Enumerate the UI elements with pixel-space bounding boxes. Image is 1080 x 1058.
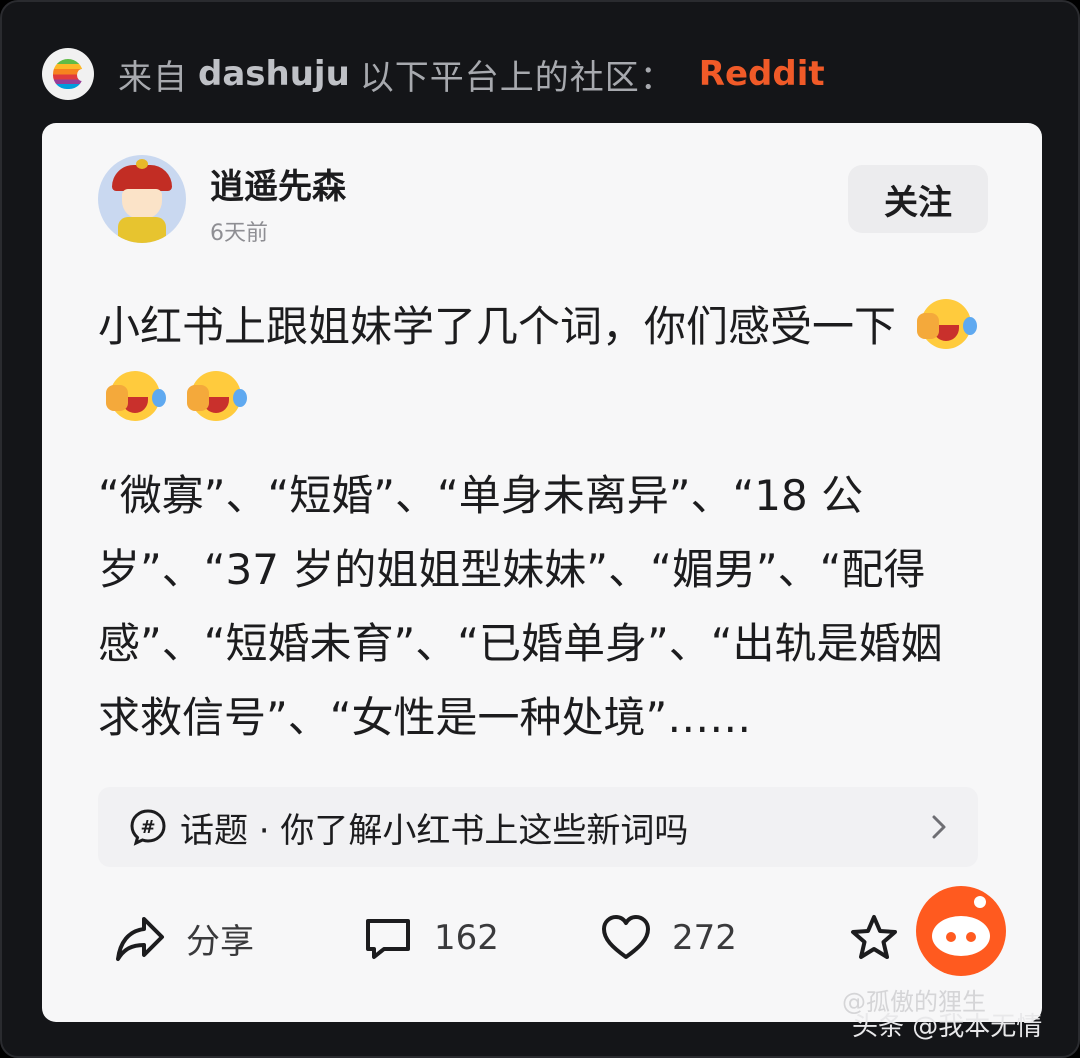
header-username[interactable]: dashuju: [198, 54, 350, 94]
follow-button[interactable]: 关注: [848, 165, 988, 233]
post-time: 6天前: [210, 221, 268, 246]
heart-icon: [602, 915, 650, 959]
author-name[interactable]: 逍遥先森: [210, 159, 346, 208]
share-icon: [116, 917, 164, 961]
chevron-right-icon: [924, 809, 954, 845]
comment-count: 162: [434, 918, 499, 958]
avatar[interactable]: [98, 155, 186, 243]
face-palm-laugh-cry-emoji: [917, 299, 978, 349]
star-icon: [851, 915, 897, 959]
header-platform[interactable]: Reddit: [699, 54, 825, 94]
source-header: 来自 dashuju 以下平台上的社区： Reddit: [42, 44, 825, 104]
toutiao-watermark: 头条 @我本无情: [852, 1012, 1043, 1042]
hashtag-bubble-icon: #: [128, 807, 168, 847]
comment-icon: [366, 919, 410, 959]
face-palm-laugh-cry-emoji: [187, 371, 248, 421]
post-title: 小红书上跟姐妹学了几个词，你们感受一下: [98, 291, 978, 435]
like-button[interactable]: 272: [600, 903, 737, 973]
post-title-text: 小红书上跟姐妹学了几个词，你们感受一下: [98, 302, 897, 351]
header-prefix: 来自: [118, 57, 188, 98]
screenshot-frame: 来自 dashuju 以下平台上的社区： Reddit 逍遥先森 6天前 关注 …: [0, 0, 1080, 1058]
reddit-logo-icon: [916, 886, 1006, 976]
svg-text:#: #: [140, 817, 155, 838]
comment-button[interactable]: 162: [362, 903, 499, 973]
share-button[interactable]: 分享: [114, 903, 254, 973]
post-body: “微寡”、“短婚”、“单身未离异”、“18 公岁”、“37 岁的姐姐型妹妹”、“…: [98, 471, 943, 742]
action-bar: 分享 162 272 65: [42, 903, 1042, 973]
topic-label: 话题 · 你了解小红书上这些新词吗: [180, 810, 689, 851]
rainbow-apple-icon: [42, 48, 94, 100]
share-label: 分享: [186, 921, 254, 962]
topic-link[interactable]: # 话题 · 你了解小红书上这些新词吗: [98, 787, 978, 867]
face-palm-laugh-cry-emoji: [106, 371, 166, 421]
header-suffix: 以下平台上的社区：: [359, 57, 675, 98]
post-card: 逍遥先森 6天前 关注 小红书上跟姐妹学了几个词，你们感受一下 “微寡”、“短婚…: [42, 123, 1042, 1022]
like-count: 272: [672, 918, 737, 958]
